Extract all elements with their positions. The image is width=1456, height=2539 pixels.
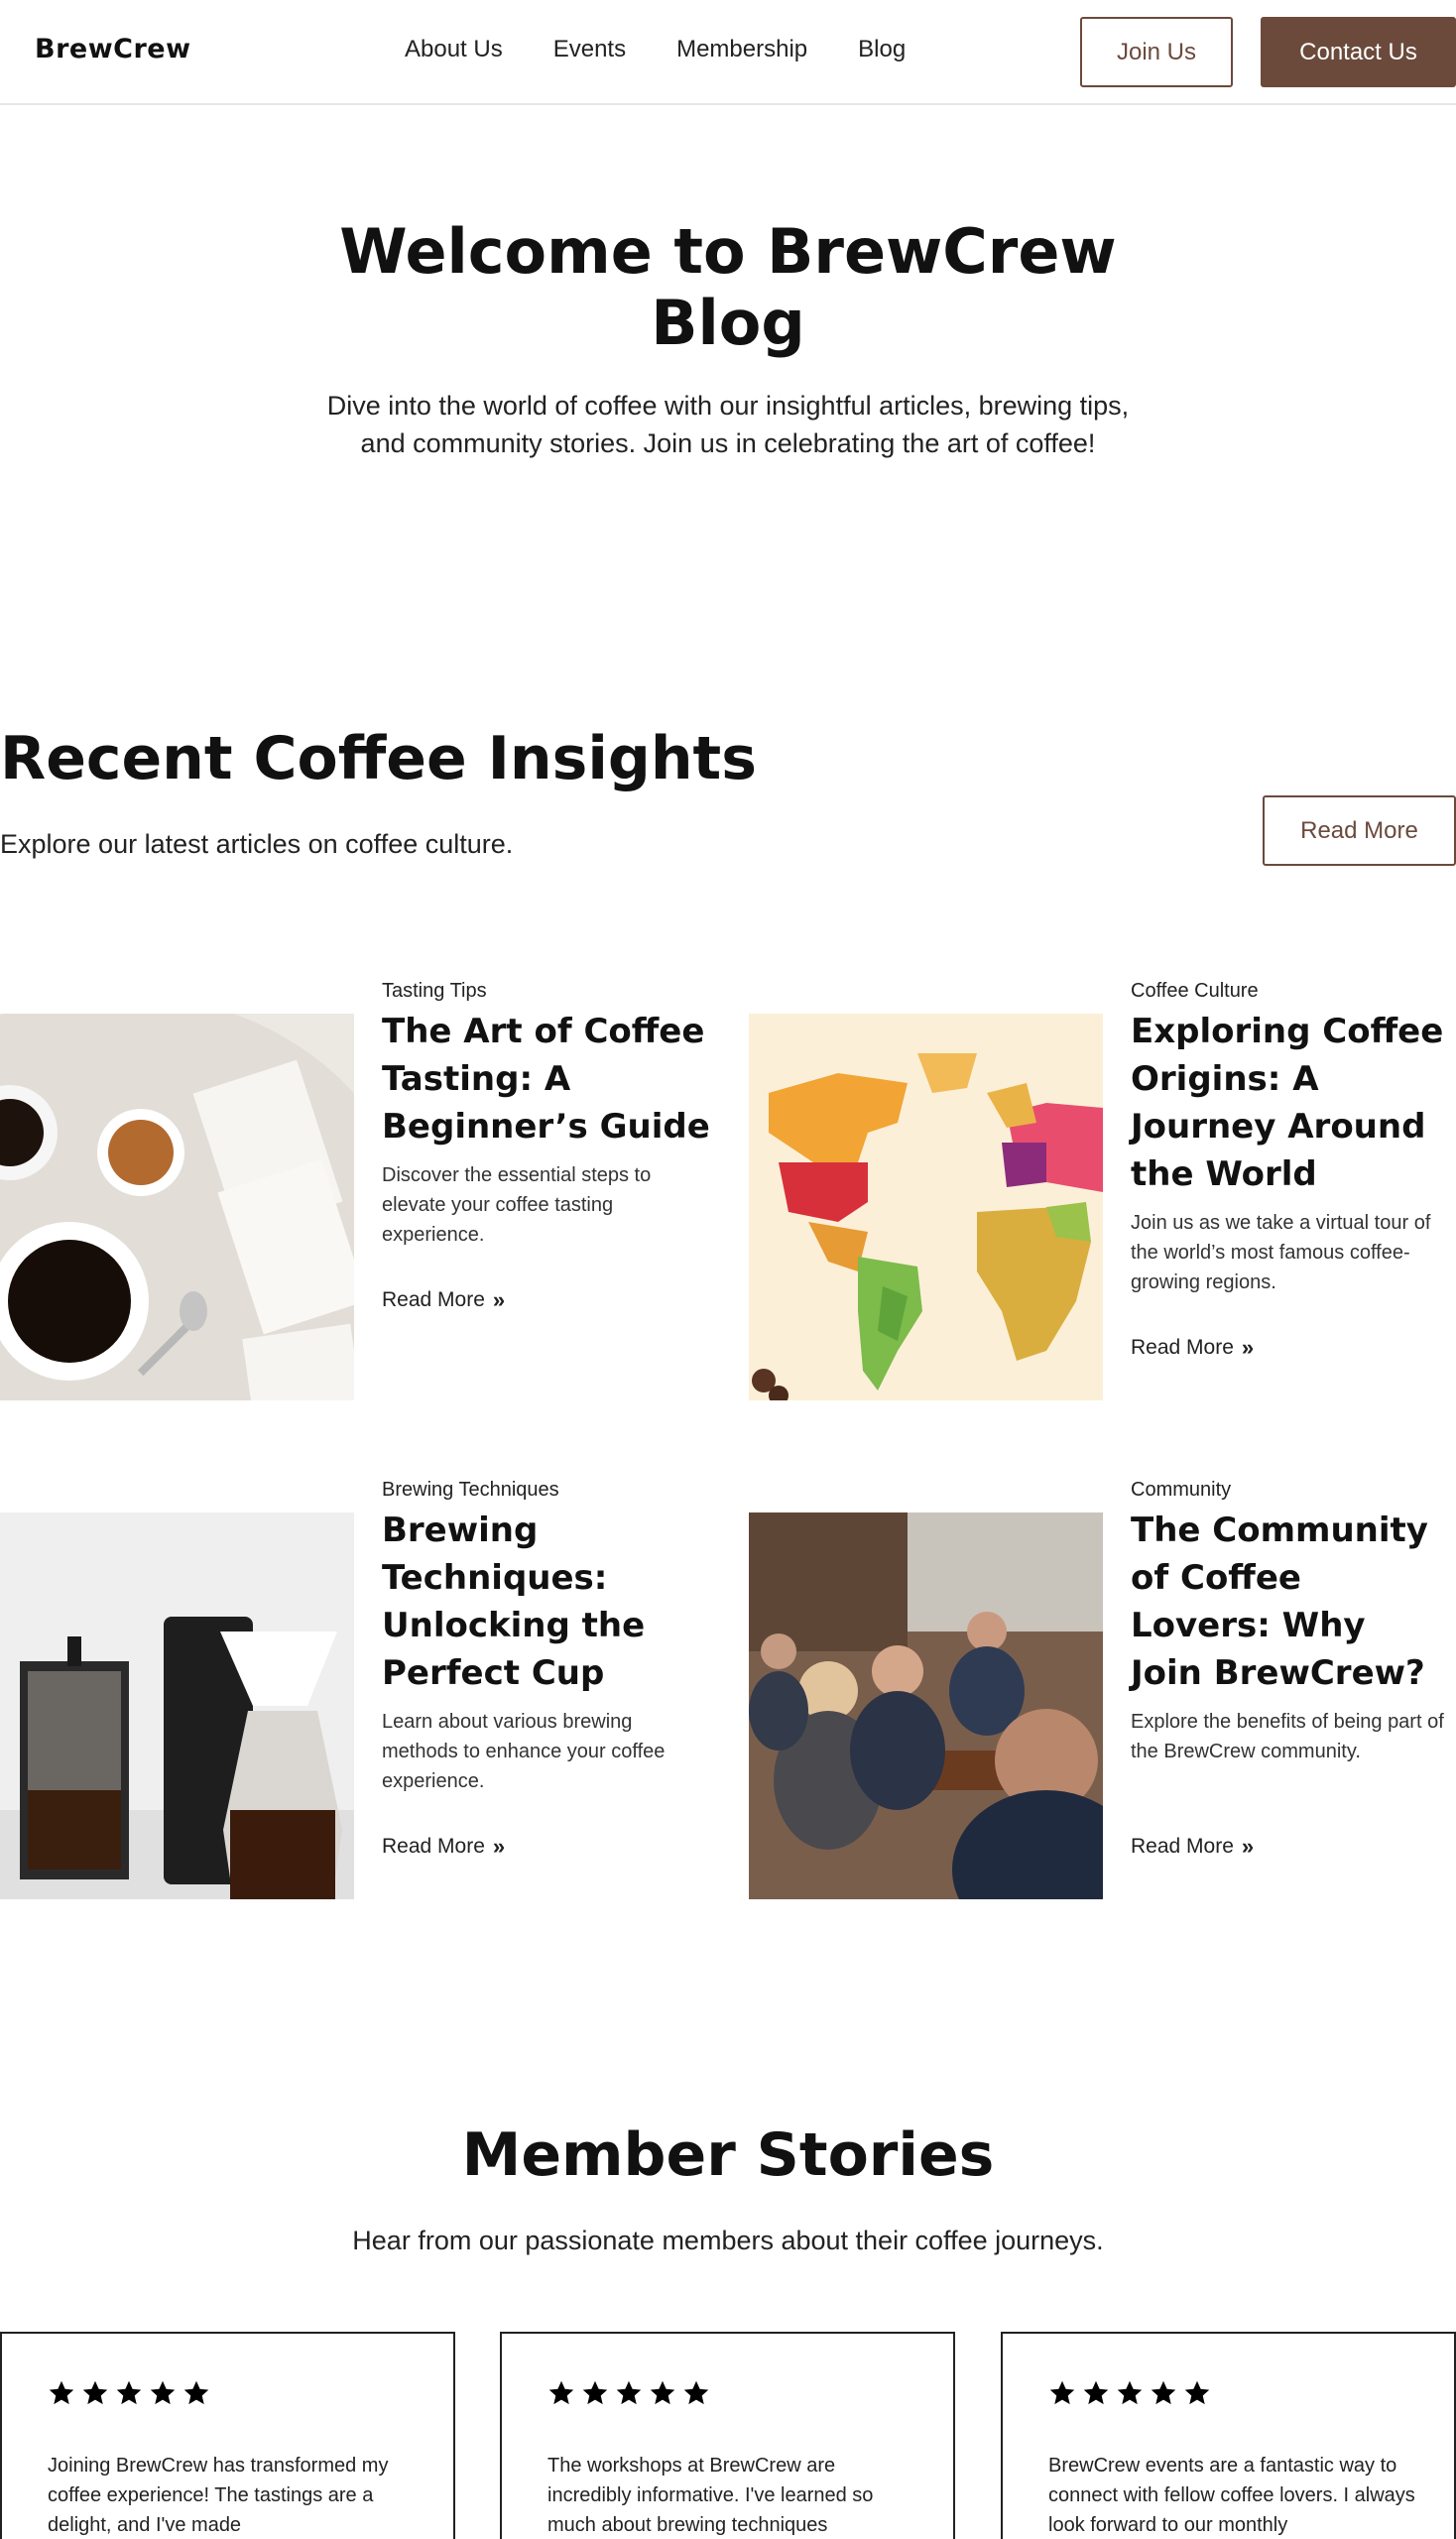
- card-image-brewing-equipment[interactable]: [0, 1512, 354, 1899]
- nav-link-blog[interactable]: Blog: [858, 36, 906, 63]
- star-icon: [616, 2380, 642, 2405]
- nav-link-about-us[interactable]: About Us: [405, 36, 503, 63]
- card-title[interactable]: Brewing Techniques: Unlocking the Perfec…: [382, 1507, 679, 1697]
- insights-title: Recent Coffee Insights: [0, 724, 757, 793]
- star-icon: [116, 2380, 142, 2405]
- story-text: The workshops at BrewCrew are incredibly…: [547, 2455, 874, 2536]
- star-icon: [183, 2380, 209, 2405]
- star-icon: [1049, 2380, 1075, 2405]
- card-title[interactable]: The Community of Coffee Lovers: Why Join…: [1131, 1507, 1448, 1697]
- card-read-more-link[interactable]: Read More »: [382, 1834, 505, 1860]
- double-chevron-right-icon: »: [492, 1287, 506, 1312]
- star-icon: [1151, 2380, 1176, 2405]
- star-icon: [49, 2380, 74, 2405]
- star-icon: [582, 2380, 608, 2405]
- card-title[interactable]: Exploring Coffee Origins: A Journey Arou…: [1131, 1008, 1448, 1198]
- insights-subtitle: Explore our latest articles on coffee cu…: [0, 829, 514, 859]
- card-title[interactable]: The Art of Coffee Tasting: A Beginner’s …: [382, 1008, 719, 1150]
- join-us-button[interactable]: Join Us: [1080, 17, 1233, 87]
- card-read-more-label: Read More: [382, 1288, 485, 1311]
- star-icon: [82, 2380, 108, 2405]
- star-rating: [1048, 2379, 1211, 2407]
- story-card: BrewCrew events are a fantastic way to c…: [1001, 2332, 1456, 2539]
- contact-us-button[interactable]: Contact Us: [1261, 17, 1456, 87]
- member-stories-title: Member Stories: [461, 2120, 995, 2190]
- insights-read-more-button[interactable]: Read More: [1263, 795, 1456, 866]
- card-read-more-link[interactable]: Read More »: [382, 1287, 505, 1313]
- star-icon: [650, 2380, 675, 2405]
- story-card: Joining BrewCrew has transformed my coff…: [0, 2332, 455, 2539]
- card-category: Coffee Culture: [1131, 980, 1259, 1002]
- card-category: Community: [1131, 1479, 1232, 1501]
- card-description: Discover the essential steps to elevate …: [382, 1164, 652, 1246]
- card-description: Explore the benefits of being part of th…: [1131, 1711, 1444, 1762]
- star-icon: [1083, 2380, 1109, 2405]
- double-chevron-right-icon: »: [1241, 1834, 1255, 1859]
- card-read-more-link[interactable]: Read More »: [1131, 1335, 1254, 1361]
- card-image-coffee-tasting[interactable]: [0, 1014, 354, 1400]
- star-icon: [1117, 2380, 1143, 2405]
- card-read-more-label: Read More: [1131, 1835, 1234, 1858]
- story-card: The workshops at BrewCrew are incredibly…: [500, 2332, 955, 2539]
- card-image-community-gathering[interactable]: [749, 1512, 1103, 1899]
- star-icon: [548, 2380, 574, 2405]
- star-rating: [48, 2379, 210, 2407]
- star-icon: [150, 2380, 176, 2405]
- card-read-more-link[interactable]: Read More »: [1131, 1834, 1254, 1860]
- double-chevron-right-icon: »: [492, 1834, 506, 1859]
- nav-links: About Us Events Membership Blog: [405, 36, 956, 63]
- card-description: Learn about various brewing methods to e…: [382, 1711, 666, 1792]
- card-category: Tasting Tips: [382, 980, 487, 1002]
- hero-subtitle: Dive into the world of coffee with our i…: [326, 391, 1130, 458]
- double-chevron-right-icon: »: [1241, 1335, 1255, 1360]
- hero-title: Welcome to BrewCrew Blog: [339, 215, 1117, 359]
- story-text: BrewCrew events are a fantastic way to c…: [1048, 2455, 1415, 2536]
- card-description: Join us as we take a virtual tour of the…: [1131, 1212, 1431, 1293]
- top-navigation: BrewCrew About Us Events Membership Blog…: [0, 0, 1456, 105]
- card-read-more-label: Read More: [1131, 1336, 1234, 1359]
- brand-logo[interactable]: BrewCrew: [35, 34, 191, 64]
- card-category: Brewing Techniques: [382, 1479, 559, 1501]
- nav-link-events[interactable]: Events: [553, 36, 626, 63]
- story-text: Joining BrewCrew has transformed my coff…: [48, 2455, 389, 2536]
- star-rating: [547, 2379, 710, 2407]
- star-icon: [683, 2380, 709, 2405]
- member-stories-subtitle: Hear from our passionate members about t…: [352, 2226, 1104, 2255]
- card-image-world-map[interactable]: [749, 1014, 1103, 1400]
- card-read-more-label: Read More: [382, 1835, 485, 1858]
- star-icon: [1184, 2380, 1210, 2405]
- nav-link-membership[interactable]: Membership: [676, 36, 807, 63]
